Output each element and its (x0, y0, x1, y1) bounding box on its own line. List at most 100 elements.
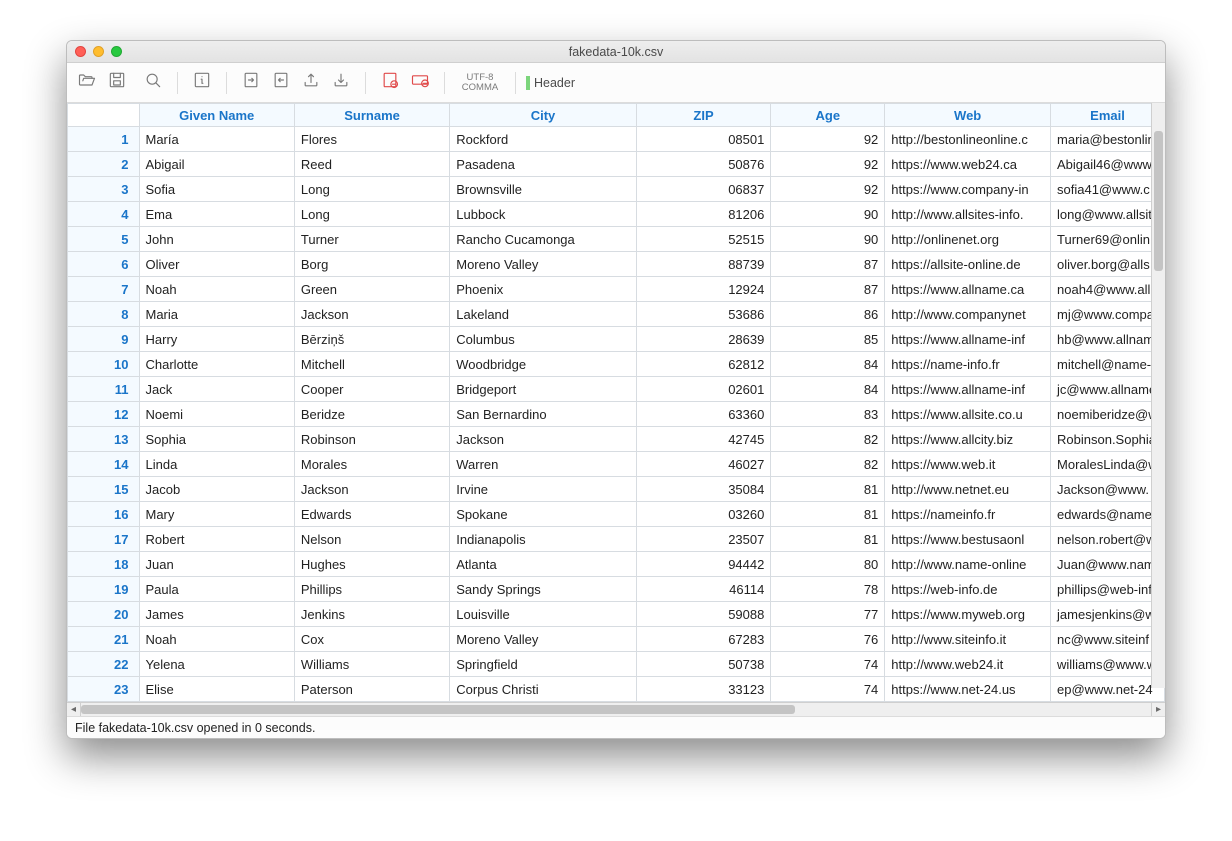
row-number[interactable]: 16 (67, 502, 140, 527)
cell[interactable]: Long (295, 202, 450, 227)
cell[interactable]: 83 (771, 402, 885, 427)
cell[interactable]: 85 (771, 327, 885, 352)
cell[interactable]: http://www.web24.it (885, 652, 1051, 677)
cell[interactable]: Ema (140, 202, 295, 227)
cell[interactable]: Nelson (295, 527, 450, 552)
minimize-window-button[interactable] (93, 46, 104, 57)
cell[interactable]: Louisville (450, 602, 636, 627)
cell[interactable]: 90 (771, 227, 885, 252)
cell[interactable]: 94442 (637, 552, 772, 577)
cell[interactable]: http://bestonlineonline.c (885, 127, 1051, 152)
column-header[interactable]: Email (1051, 103, 1165, 127)
row-number[interactable]: 22 (67, 652, 140, 677)
cell[interactable]: Rancho Cucamonga (450, 227, 636, 252)
cell[interactable]: Columbus (450, 327, 636, 352)
cell[interactable]: sofia41@www.c (1051, 177, 1165, 202)
cell[interactable]: 81 (771, 527, 885, 552)
cell[interactable]: MoralesLinda@w (1051, 452, 1165, 477)
cell[interactable]: https://www.allname-inf (885, 377, 1051, 402)
cell[interactable]: Sofia (140, 177, 295, 202)
cell[interactable]: 84 (771, 377, 885, 402)
cell[interactable]: Elise (140, 677, 295, 702)
table-row[interactable]: 23ElisePatersonCorpus Christi3312374http… (67, 677, 1165, 702)
header-row-toggle[interactable]: Header (526, 76, 575, 90)
cell[interactable]: 86 (771, 302, 885, 327)
import-button[interactable] (237, 69, 265, 97)
row-number[interactable]: 14 (67, 452, 140, 477)
cell[interactable]: 53686 (637, 302, 772, 327)
cell[interactable]: Jenkins (295, 602, 450, 627)
cell[interactable]: 77 (771, 602, 885, 627)
cell[interactable]: John (140, 227, 295, 252)
cell[interactable]: Maria (140, 302, 295, 327)
table-row[interactable]: 2AbigailReedPasadena5087692https://www.w… (67, 152, 1165, 177)
cell[interactable]: 88739 (637, 252, 772, 277)
cell[interactable]: Turner69@onlin (1051, 227, 1165, 252)
cell[interactable]: Irvine (450, 477, 636, 502)
cell[interactable]: Robinson (295, 427, 450, 452)
cell[interactable]: ep@www.net-24 (1051, 677, 1165, 702)
cell[interactable]: 06837 (637, 177, 772, 202)
row-number[interactable]: 19 (67, 577, 140, 602)
cell[interactable]: 80 (771, 552, 885, 577)
cell[interactable]: https://name-info.fr (885, 352, 1051, 377)
row-number[interactable]: 13 (67, 427, 140, 452)
vertical-scrollbar[interactable] (1151, 103, 1165, 688)
cell[interactable]: Cooper (295, 377, 450, 402)
cell[interactable]: 59088 (637, 602, 772, 627)
cell[interactable]: 12924 (637, 277, 772, 302)
row-number[interactable]: 15 (67, 477, 140, 502)
find-button[interactable] (139, 69, 167, 97)
cell[interactable]: http://www.companynet (885, 302, 1051, 327)
cell[interactable]: Oliver (140, 252, 295, 277)
table-row[interactable]: 1MaríaFloresRockford0850192http://beston… (67, 127, 1165, 152)
cell[interactable]: Jack (140, 377, 295, 402)
info-button[interactable] (188, 69, 216, 97)
cell[interactable]: Phillips (295, 577, 450, 602)
cell[interactable]: 82 (771, 427, 885, 452)
cell[interactable]: Noemi (140, 402, 295, 427)
row-number[interactable]: 23 (67, 677, 140, 702)
cell[interactable]: https://allsite-online.de (885, 252, 1051, 277)
cell[interactable]: phillips@web-inf (1051, 577, 1165, 602)
cell[interactable]: Noah (140, 627, 295, 652)
titlebar[interactable]: fakedata-10k.csv (67, 41, 1165, 63)
cell[interactable]: https://www.allname-inf (885, 327, 1051, 352)
row-number[interactable]: 1 (67, 127, 140, 152)
cell[interactable]: Borg (295, 252, 450, 277)
cell[interactable]: Abigail (140, 152, 295, 177)
row-number[interactable]: 21 (67, 627, 140, 652)
cell[interactable]: Spokane (450, 502, 636, 527)
cell[interactable]: 42745 (637, 427, 772, 452)
delete-column-button[interactable] (406, 69, 434, 97)
cell[interactable]: 28639 (637, 327, 772, 352)
row-number[interactable]: 8 (67, 302, 140, 327)
table-row[interactable]: 12NoemiBeridzeSan Bernardino6336083https… (67, 402, 1165, 427)
column-header[interactable]: Age (771, 103, 885, 127)
cell[interactable]: 23507 (637, 527, 772, 552)
cell[interactable]: Pasadena (450, 152, 636, 177)
cell[interactable]: 46114 (637, 577, 772, 602)
cell[interactable]: Linda (140, 452, 295, 477)
cell[interactable]: oliver.borg@alls (1051, 252, 1165, 277)
table-row[interactable]: 11JackCooperBridgeport0260184https://www… (67, 377, 1165, 402)
cell[interactable]: http://www.name-online (885, 552, 1051, 577)
cell[interactable]: Morales (295, 452, 450, 477)
scroll-left-arrow-icon[interactable]: ◂ (67, 703, 81, 716)
cell[interactable]: Yelena (140, 652, 295, 677)
cell[interactable]: http://www.netnet.eu (885, 477, 1051, 502)
cell[interactable]: 63360 (637, 402, 772, 427)
cell[interactable]: 87 (771, 252, 885, 277)
cell[interactable]: 92 (771, 152, 885, 177)
table-row[interactable]: 19PaulaPhillipsSandy Springs4611478https… (67, 577, 1165, 602)
cell[interactable]: Flores (295, 127, 450, 152)
cell[interactable]: 03260 (637, 502, 772, 527)
cell[interactable]: Jackson (295, 302, 450, 327)
cell[interactable]: Edwards (295, 502, 450, 527)
csv-table[interactable]: Given Name Surname City ZIP Age Web Emai… (67, 103, 1165, 702)
table-row[interactable]: 8MariaJacksonLakeland5368686http://www.c… (67, 302, 1165, 327)
cell[interactable]: Jacob (140, 477, 295, 502)
cell[interactable]: https://www.allsite.co.u (885, 402, 1051, 427)
table-row[interactable]: 16MaryEdwardsSpokane0326081https://namei… (67, 502, 1165, 527)
cell[interactable]: Lakeland (450, 302, 636, 327)
